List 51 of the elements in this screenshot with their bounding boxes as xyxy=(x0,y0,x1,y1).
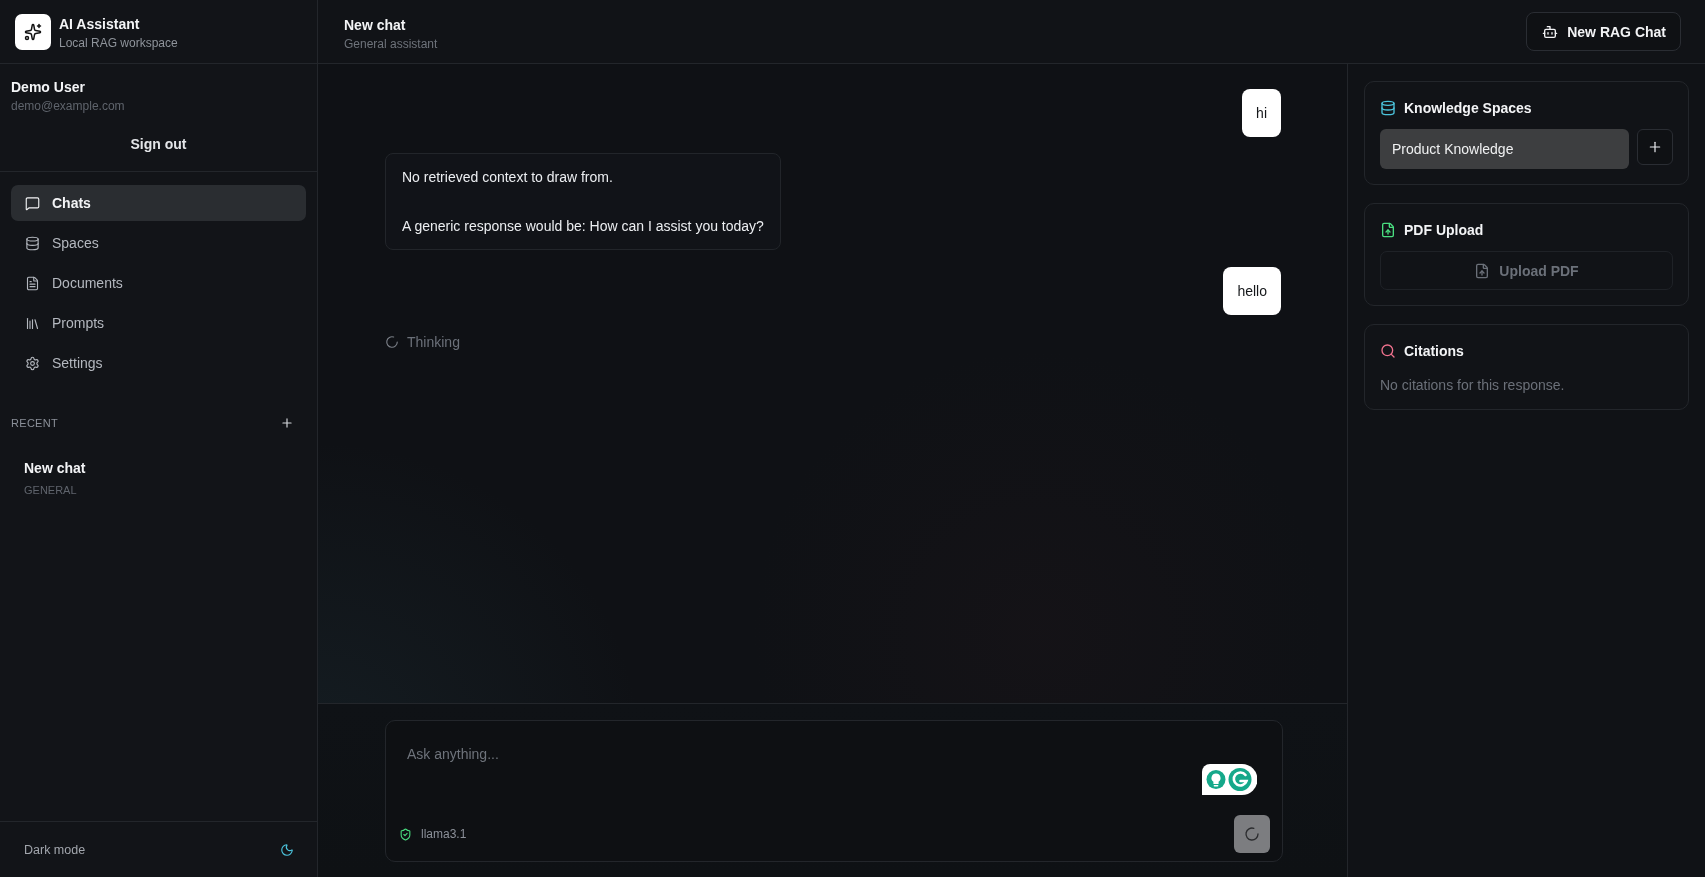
card-title: Knowledge Spaces xyxy=(1404,99,1532,117)
message-text: No retrieved context to draw from. xyxy=(402,168,614,187)
app-subtitle: Local RAG workspace xyxy=(59,35,178,51)
chat-icon xyxy=(25,195,40,211)
file-upload-icon xyxy=(1474,262,1491,279)
section-heading: RECENT xyxy=(11,417,59,429)
recent-chat-item[interactable]: New chat GENERAL xyxy=(11,451,306,505)
chat-tag: GENERAL xyxy=(24,483,77,497)
nav-item[interactable]: Settings xyxy=(11,345,306,381)
document-icon xyxy=(25,275,40,291)
space-select[interactable]: Product Knowledge xyxy=(1380,129,1629,169)
shield-check-icon xyxy=(399,827,412,841)
database-icon xyxy=(1380,100,1396,116)
card-title: PDF Upload xyxy=(1404,221,1484,239)
nav-item[interactable]: Prompts xyxy=(11,305,306,341)
spinner-icon xyxy=(385,335,399,349)
library-icon xyxy=(25,315,40,331)
extension-badge-icon[interactable] xyxy=(1202,764,1257,795)
user-email: demo@example.com xyxy=(11,98,126,114)
file-upload-icon xyxy=(1380,222,1396,238)
plus-icon[interactable] xyxy=(280,416,294,430)
chat-title: New chat xyxy=(24,459,86,477)
theme-label: Dark mode xyxy=(24,842,86,857)
search-icon xyxy=(1380,343,1396,359)
user-message: hello xyxy=(1223,267,1281,315)
plus-icon xyxy=(1647,139,1663,155)
message-composer[interactable]: Ask anything... llama3.1 xyxy=(385,720,1283,862)
card-title: Citations xyxy=(1404,342,1464,360)
sign-out-button[interactable]: Sign out xyxy=(11,126,306,162)
add-space-button[interactable] xyxy=(1637,129,1673,165)
nav-item[interactable]: Chats xyxy=(11,185,306,221)
robot-icon xyxy=(1542,23,1559,40)
chat-title: New chat xyxy=(344,15,407,34)
new-chat-button[interactable]: New RAG Chat xyxy=(1526,12,1681,51)
nav-item[interactable]: Documents xyxy=(11,265,306,301)
moon-icon[interactable] xyxy=(280,842,294,857)
database-icon xyxy=(25,235,40,251)
chat-subtitle: General assistant xyxy=(344,35,438,52)
nav-item[interactable]: Spaces xyxy=(11,225,306,261)
user-message: hi xyxy=(1242,89,1281,137)
gear-icon xyxy=(25,355,40,371)
app-title: AI Assistant xyxy=(59,15,141,33)
model-name: llama3.1 xyxy=(421,827,467,841)
empty-state-text: No citations for this response. xyxy=(1380,376,1566,394)
status-text: Thinking xyxy=(407,333,460,352)
user-name: Demo User xyxy=(11,78,86,96)
message-input[interactable]: Ask anything... xyxy=(407,744,1270,815)
send-button[interactable] xyxy=(1234,815,1270,853)
spinner-icon xyxy=(1244,826,1260,842)
sparkles-icon xyxy=(15,13,51,50)
message-text: A generic response would be: How can I assist you today? xyxy=(402,217,764,236)
